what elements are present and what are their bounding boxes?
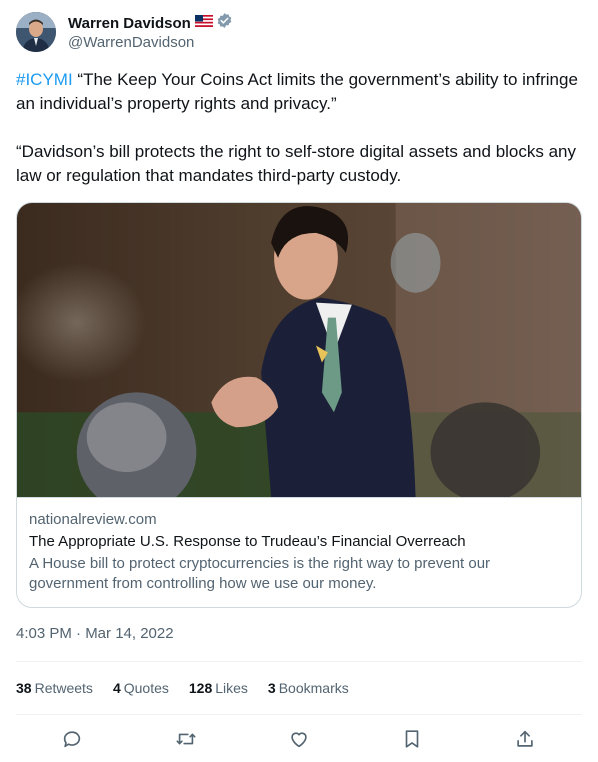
bookmarks-label: Bookmarks [278, 680, 349, 696]
reply-button[interactable] [55, 724, 89, 754]
bookmark-button[interactable] [395, 724, 429, 754]
us-flag-icon [194, 14, 213, 32]
card-description: A House bill to protect cryptocurrencies… [29, 555, 491, 592]
tweet-paragraph-2: “Davidson’s bill protects the right to s… [16, 142, 577, 185]
retweets-stat[interactable]: 38 Retweets [16, 676, 93, 700]
tweet-timestamp[interactable]: 4:03 PM · Mar 14, 2022 [16, 624, 174, 644]
author-handle[interactable]: @WarrenDavidson [68, 34, 233, 51]
link-preview-card[interactable]: nationalreview.com The Appropriate U.S. … [16, 202, 582, 608]
likes-label: Likes [215, 680, 248, 696]
quotes-label: Quotes [123, 680, 169, 696]
likes-stat[interactable]: 128 Likes [189, 676, 248, 700]
share-button[interactable] [508, 724, 542, 754]
action-bar [16, 724, 582, 754]
like-icon [291, 732, 307, 748]
avatar[interactable] [16, 12, 56, 52]
verified-badge-icon[interactable] [216, 12, 233, 34]
hashtag-link[interactable]: #ICYMI [16, 70, 73, 89]
card-domain: nationalreview.com [29, 511, 157, 528]
reply-icon [63, 731, 81, 748]
bookmark-icon [405, 730, 419, 748]
bookmarks-stat[interactable]: 3 Bookmarks [268, 676, 349, 700]
retweet-button[interactable] [169, 724, 203, 754]
bookmarks-count: 3 [267, 680, 276, 696]
author-display-name[interactable]: Warren Davidson [68, 15, 191, 32]
retweets-count: 38 [16, 680, 32, 696]
divider-bottom [16, 714, 582, 715]
quotes-count: 4 [112, 680, 121, 696]
divider-top [16, 661, 582, 662]
like-button[interactable] [282, 724, 316, 754]
likes-count: 128 [188, 680, 213, 696]
card-title: The Appropriate U.S. Response to Trudeau… [29, 533, 466, 550]
tweet-header: Warren Davidson @WarrenDavidson [16, 12, 233, 52]
share-icon [517, 730, 533, 747]
quotes-stat[interactable]: 4 Quotes [113, 676, 169, 700]
article-photo[interactable] [17, 203, 581, 498]
engagement-stats: 38 Retweets 4 Quotes 128 Likes 3 Bookmarks [16, 676, 369, 700]
tweet-paragraph-1: #ICYMI “The Keep Your Coins Act limits t… [16, 68, 582, 116]
retweet-icon [176, 733, 196, 745]
retweets-label: Retweets [34, 680, 93, 696]
tweet-paragraph-1-text: “The Keep Your Coins Act limits the gove… [16, 70, 578, 113]
tweet-text: #ICYMI “The Keep Your Coins Act limits t… [16, 68, 582, 188]
